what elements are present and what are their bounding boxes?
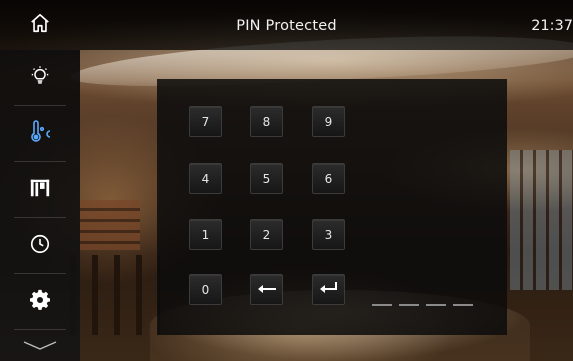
sidebar-item-lighting[interactable] [0, 50, 80, 106]
home-icon [29, 12, 51, 38]
top-bar: PIN Protected 21:37 [0, 0, 573, 50]
thermometer-celsius-icon [27, 120, 53, 148]
pin-slot-1 [372, 304, 392, 306]
background-window [510, 150, 573, 290]
clock-icon [29, 233, 51, 259]
key-1[interactable]: 1 [189, 219, 222, 250]
chevron-down-icon [22, 337, 58, 356]
clock-time: 21:37 [531, 18, 573, 34]
key-9[interactable]: 9 [312, 106, 345, 137]
light-bulb-icon [29, 65, 51, 91]
key-2[interactable]: 2 [250, 219, 283, 250]
key-6[interactable]: 6 [312, 163, 345, 194]
background-shelf [80, 200, 140, 250]
key-0[interactable]: 0 [189, 274, 222, 305]
key-7[interactable]: 7 [189, 106, 222, 137]
pin-slot-4 [453, 304, 473, 306]
sidebar-item-scheduler[interactable] [0, 218, 80, 274]
window-blinds-icon [29, 177, 51, 203]
home-button[interactable] [0, 0, 80, 50]
sidebar [0, 50, 80, 361]
sidebar-more-button[interactable] [0, 332, 80, 361]
backspace-button[interactable] [250, 274, 283, 305]
sidebar-item-shades[interactable] [0, 162, 80, 218]
backspace-arrow-icon [257, 283, 276, 297]
enter-button[interactable] [312, 274, 345, 305]
pin-slot-2 [399, 304, 419, 306]
page-title: PIN Protected [236, 18, 337, 34]
key-8[interactable]: 8 [250, 106, 283, 137]
pin-slot-3 [426, 304, 446, 306]
key-4[interactable]: 4 [189, 163, 222, 194]
background-chairs [70, 255, 160, 335]
sidebar-item-settings[interactable] [0, 274, 80, 330]
pin-keypad-panel: 7 8 9 4 5 6 1 2 3 0 [157, 79, 507, 335]
key-3[interactable]: 3 [312, 219, 345, 250]
key-5[interactable]: 5 [250, 163, 283, 194]
gear-icon [29, 289, 51, 315]
enter-return-icon [319, 282, 338, 297]
sidebar-item-climate[interactable] [0, 106, 80, 162]
sidebar-divider [14, 329, 66, 330]
